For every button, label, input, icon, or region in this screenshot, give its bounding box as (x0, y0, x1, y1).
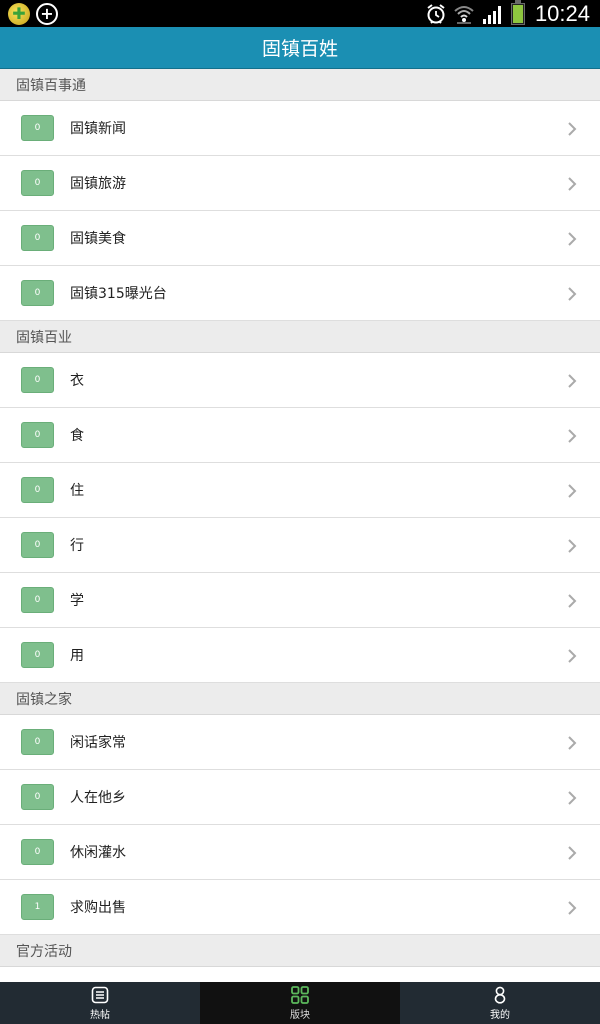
forum-section-list: 固镇百事通 0 固镇新闻 0 固镇旅游 0 固镇美食 0 固镇315曝光台 固镇… (0, 69, 600, 982)
section-header: 官方活动 (0, 935, 600, 967)
hot-posts-icon (91, 986, 109, 1003)
list-item-chat[interactable]: 0 闲话家常 (0, 715, 600, 770)
chevron-right-icon (568, 649, 577, 663)
chevron-right-icon (568, 232, 577, 246)
app-header: 固镇百姓 (0, 27, 600, 69)
list-item-label: 休闲灌水 (70, 845, 126, 861)
list-item-clothing[interactable]: 0 衣 (0, 353, 600, 408)
chevron-right-icon (568, 791, 577, 805)
count-badge: 0 (21, 532, 54, 558)
list-item-label: 学 (70, 593, 84, 609)
section-header: 固镇百事通 (0, 69, 600, 101)
tab-hot-posts[interactable]: 热帖 (0, 982, 200, 1024)
battery-icon (510, 0, 525, 25)
chevron-right-icon (568, 901, 577, 915)
signal-icon (482, 5, 501, 24)
count-badge: 0 (21, 477, 54, 503)
wifi-icon (454, 5, 474, 24)
section-header: 固镇之家 (0, 683, 600, 715)
chevron-right-icon (568, 539, 577, 553)
count-badge: 0 (21, 422, 54, 448)
list-item-label: 闲话家常 (70, 735, 126, 751)
section-header: 固镇百业 (0, 321, 600, 353)
tab-label: 版块 (290, 1009, 310, 1021)
section-title: 官方活动 (16, 943, 72, 960)
list-item-label: 求购出售 (70, 900, 126, 916)
list-item-label: 食 (70, 428, 84, 444)
list-item-label: 固镇315曝光台 (70, 286, 167, 302)
count-badge: 0 (21, 225, 54, 251)
list-item-away-from-home[interactable]: 0 人在他乡 (0, 770, 600, 825)
app-notification-icon: ✚ (8, 2, 30, 25)
count-badge: 0 (21, 729, 54, 755)
tab-sections[interactable]: 版块 (200, 982, 400, 1024)
section-title: 固镇之家 (16, 691, 72, 708)
count-badge: 0 (21, 784, 54, 810)
list-item-use[interactable]: 0 用 (0, 628, 600, 683)
list-item-partial[interactable] (0, 967, 600, 982)
list-item-label: 衣 (70, 373, 84, 389)
list-item-news[interactable]: 0 固镇新闻 (0, 101, 600, 156)
add-circle-icon: + (36, 2, 58, 25)
list-item-label: 固镇旅游 (70, 176, 126, 192)
tab-my-profile[interactable]: 我的 (400, 982, 600, 1024)
tab-label: 热帖 (90, 1009, 110, 1021)
count-badge: 0 (21, 642, 54, 668)
chevron-right-icon (568, 429, 577, 443)
chevron-right-icon (568, 736, 577, 750)
list-item-casual[interactable]: 0 休闲灌水 (0, 825, 600, 880)
alarm-icon (427, 3, 445, 24)
count-badge: 0 (21, 170, 54, 196)
chevron-right-icon (568, 594, 577, 608)
page-title: 固镇百姓 (261, 38, 338, 60)
sections-grid-icon (291, 985, 309, 1004)
list-item-food[interactable]: 0 固镇美食 (0, 211, 600, 266)
list-item-label: 行 (70, 538, 84, 554)
chevron-right-icon (568, 287, 577, 301)
list-item-travel-transport[interactable]: 0 行 (0, 518, 600, 573)
count-badge: 0 (21, 587, 54, 613)
list-item-eat[interactable]: 0 食 (0, 408, 600, 463)
count-badge: 0 (21, 115, 54, 141)
profile-icon (494, 986, 506, 1004)
list-item-label: 人在他乡 (70, 790, 126, 806)
list-item-housing[interactable]: 0 住 (0, 463, 600, 518)
chevron-right-icon (568, 484, 577, 498)
tab-label: 我的 (490, 1009, 510, 1021)
list-item-travel[interactable]: 0 固镇旅游 (0, 156, 600, 211)
list-item-label: 固镇美食 (70, 231, 126, 247)
count-badge: 1 (21, 894, 54, 920)
bottom-navigation: 热帖 版块 我的 (0, 982, 600, 1024)
list-item-315-exposure[interactable]: 0 固镇315曝光台 (0, 266, 600, 321)
list-item-label: 用 (70, 648, 84, 664)
count-badge: 0 (21, 367, 54, 393)
status-time: 10:24 (534, 0, 590, 26)
section-title: 固镇百业 (16, 329, 72, 346)
section-title: 固镇百事通 (16, 77, 86, 94)
status-bar: ✚ + 10:24 (0, 0, 600, 27)
chevron-right-icon (568, 846, 577, 860)
chevron-right-icon (568, 374, 577, 388)
list-item-label: 住 (70, 483, 84, 499)
count-badge: 0 (21, 839, 54, 865)
list-item-label: 固镇新闻 (70, 121, 126, 137)
count-badge: 0 (21, 280, 54, 306)
list-item-buy-sell[interactable]: 1 求购出售 (0, 880, 600, 935)
chevron-right-icon (568, 122, 577, 136)
chevron-right-icon (568, 177, 577, 191)
list-item-study[interactable]: 0 学 (0, 573, 600, 628)
